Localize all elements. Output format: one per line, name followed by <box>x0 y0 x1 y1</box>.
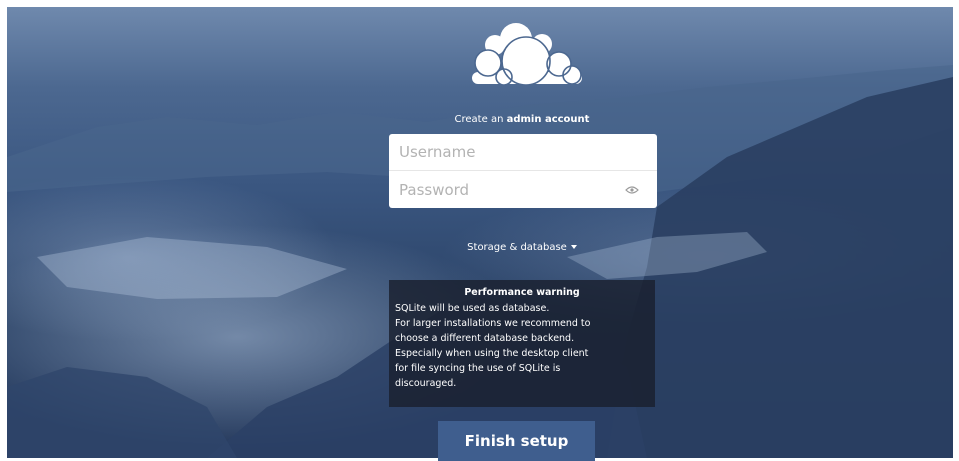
warning-line: choose a different database backend. <box>395 333 575 344</box>
password-input[interactable] <box>389 171 657 208</box>
warning-title: Performance warning <box>464 287 580 298</box>
owncloud-logo <box>472 23 582 86</box>
warning-line: SQLite will be used as database. <box>395 303 550 314</box>
eye-icon[interactable] <box>625 186 639 194</box>
create-admin-text: Create an admin account <box>387 113 657 127</box>
warning-line: for file syncing the use of SQLite is <box>395 363 561 374</box>
setup-background: Create an admin account Storage & databa… <box>7 7 953 458</box>
performance-warning-box: Performance warning SQLite will be used … <box>389 280 655 407</box>
finish-setup-button[interactable]: Finish setup <box>438 421 595 461</box>
storage-database-toggle[interactable]: Storage & database <box>447 241 597 255</box>
warning-line: discouraged. <box>395 378 457 389</box>
admin-credentials-box <box>389 134 657 208</box>
warning-line: Especially when using the desktop client <box>395 348 589 359</box>
warning-text: SQLite will be used as database. For lar… <box>395 301 649 391</box>
storage-label: Storage & database <box>467 242 567 253</box>
username-input[interactable] <box>389 134 657 171</box>
intro-emphasis: admin account <box>506 114 590 125</box>
intro-prefix: Create an <box>454 114 507 125</box>
caret-down-icon <box>570 245 577 249</box>
warning-line: For larger installations we recommend to <box>395 318 591 329</box>
